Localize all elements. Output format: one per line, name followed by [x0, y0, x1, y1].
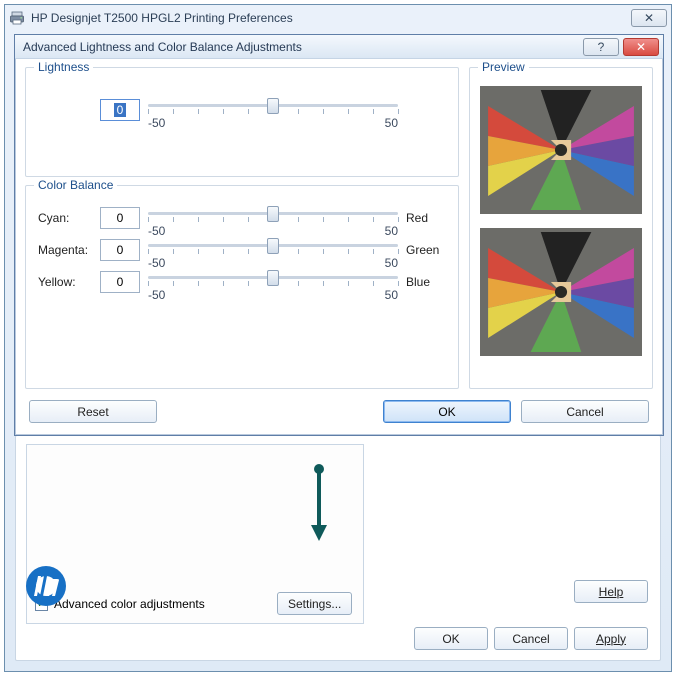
- inner-cancel-label: Cancel: [566, 405, 603, 419]
- outer-apply-label: Apply: [596, 632, 626, 646]
- help-button[interactable]: Help: [574, 580, 648, 603]
- inner-dialog-buttons: Reset OK Cancel: [29, 400, 649, 423]
- yellow-value: 0: [117, 275, 124, 289]
- blue-label: Blue: [406, 275, 446, 289]
- color-balance-legend: Color Balance: [34, 178, 117, 192]
- lightness-legend: Lightness: [34, 60, 93, 74]
- preview-legend: Preview: [478, 60, 529, 74]
- inner-close-button[interactable]: ✕: [623, 38, 659, 56]
- lightness-max-label: 50: [385, 116, 398, 130]
- advanced-adjustments-dialog: Advanced Lightness and Color Balance Adj…: [14, 34, 664, 436]
- help-button-label: Help: [599, 585, 624, 599]
- color-balance-group: Color Balance Cyan: 0 -5050 Red Magenta:: [25, 185, 459, 389]
- printer-icon: [9, 10, 25, 26]
- preview-group: Preview: [469, 67, 653, 389]
- inner-ok-button[interactable]: OK: [383, 400, 511, 423]
- inner-titlebar: Advanced Lightness and Color Balance Adj…: [15, 35, 663, 59]
- preview-image-original: [480, 86, 642, 214]
- lightness-value-input[interactable]: 0: [100, 99, 140, 121]
- settings-button-label: Settings...: [288, 597, 341, 611]
- yellow-max: 50: [385, 288, 398, 302]
- green-label: Green: [406, 243, 446, 257]
- outer-ok-label: OK: [442, 632, 459, 646]
- yellow-value-input[interactable]: 0: [100, 271, 140, 293]
- lightness-min-label: -50: [148, 116, 165, 130]
- cyan-value-input[interactable]: 0: [100, 207, 140, 229]
- settings-button[interactable]: Settings...: [277, 592, 352, 615]
- magenta-green-slider[interactable]: -5050: [148, 236, 398, 264]
- advanced-color-adjustments-label: Advanced color adjustments: [54, 597, 205, 611]
- red-label: Red: [406, 211, 446, 225]
- close-icon: ✕: [636, 40, 646, 54]
- preview-image-adjusted: [480, 228, 642, 356]
- inner-help-button[interactable]: ?: [583, 38, 619, 56]
- reset-button[interactable]: Reset: [29, 400, 157, 423]
- outer-apply-button[interactable]: Apply: [574, 627, 648, 650]
- yellow-blue-slider[interactable]: -5050: [148, 268, 398, 296]
- lightness-value: 0: [114, 103, 127, 117]
- cyan-value: 0: [117, 211, 124, 225]
- magenta-label: Magenta:: [38, 243, 92, 257]
- inner-cancel-button[interactable]: Cancel: [521, 400, 649, 423]
- inner-dialog-title: Advanced Lightness and Color Balance Adj…: [23, 40, 302, 54]
- help-icon: ?: [598, 40, 605, 54]
- arrow-annotation: [305, 463, 335, 546]
- outer-window-title: HP Designjet T2500 HPGL2 Printing Prefer…: [31, 11, 627, 25]
- outer-content-panel: ✓ Advanced color adjustments Settings...…: [15, 435, 661, 661]
- cyan-label: Cyan:: [38, 211, 92, 225]
- magenta-value-input[interactable]: 0: [100, 239, 140, 261]
- outer-titlebar: HP Designjet T2500 HPGL2 Printing Prefer…: [5, 5, 671, 31]
- outer-dialog-buttons: OK Cancel Apply: [414, 627, 648, 650]
- lightness-slider[interactable]: -50 50: [148, 96, 398, 124]
- close-icon: ✕: [644, 11, 654, 25]
- cyan-red-slider[interactable]: -5050: [148, 204, 398, 232]
- reset-label: Reset: [77, 405, 108, 419]
- advanced-adjustments-panel: ✓ Advanced color adjustments Settings...: [26, 444, 364, 624]
- yellow-label: Yellow:: [38, 275, 92, 289]
- lightness-group: Lightness 0 -50 50: [25, 67, 459, 177]
- magenta-value: 0: [117, 243, 124, 257]
- outer-close-button[interactable]: ✕: [631, 9, 667, 27]
- hp-logo: [24, 564, 68, 611]
- outer-cancel-button[interactable]: Cancel: [494, 627, 568, 650]
- outer-cancel-label: Cancel: [512, 632, 549, 646]
- yellow-min: -50: [148, 288, 165, 302]
- outer-ok-button[interactable]: OK: [414, 627, 488, 650]
- inner-ok-label: OK: [438, 405, 455, 419]
